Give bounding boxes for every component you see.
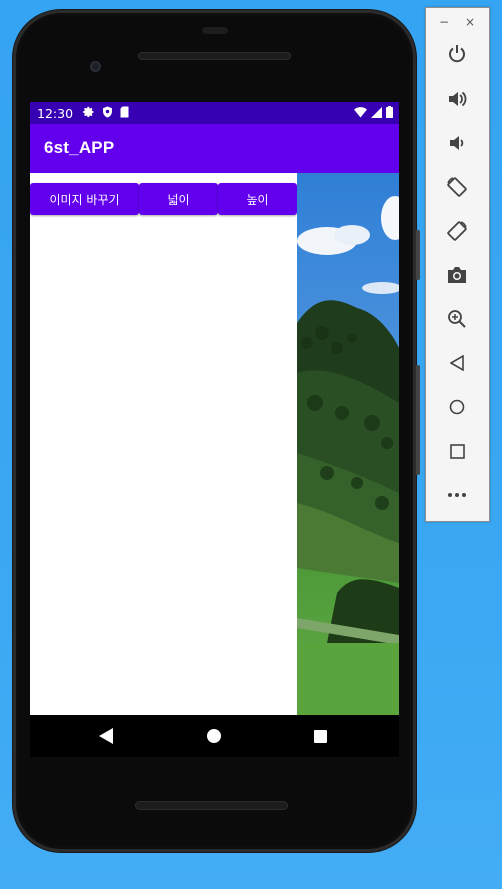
power-icon[interactable] [443, 40, 471, 68]
battery-icon [386, 106, 393, 121]
status-bar: 12:30 [30, 102, 399, 124]
signal-icon [371, 106, 382, 121]
app-title: 6st_APP [44, 138, 115, 157]
height-button[interactable]: 높이 [218, 183, 297, 215]
recents-icon[interactable] [300, 715, 340, 757]
change-image-button[interactable]: 이미지 바꾸기 [30, 183, 139, 215]
wifi-icon [354, 106, 367, 121]
overview-icon[interactable] [443, 437, 471, 465]
volume-key [416, 365, 420, 475]
status-time: 12:30 [37, 105, 74, 121]
rotate-right-icon[interactable] [443, 217, 471, 245]
earpiece-speaker [138, 52, 291, 60]
emulator-toolbar: − × [425, 7, 490, 522]
device-screen: 12:30 6st_APP 이미지 바꾸기 넓이 높이 [30, 102, 399, 757]
front-camera [90, 61, 101, 72]
minimize-button[interactable]: − [439, 15, 449, 29]
zoom-icon[interactable] [443, 305, 471, 333]
width-button[interactable]: 넓이 [139, 183, 218, 215]
bottom-speaker [135, 801, 288, 810]
landscape-image [297, 173, 399, 715]
volume-up-icon[interactable] [443, 85, 471, 113]
home-icon[interactable] [194, 715, 234, 757]
back-icon[interactable] [443, 349, 471, 377]
more-icon[interactable] [443, 481, 471, 509]
power-key [416, 230, 420, 280]
sd-card-icon [120, 106, 129, 121]
home-icon[interactable] [443, 393, 471, 421]
window-controls: − × [426, 15, 489, 29]
close-button[interactable]: × [465, 15, 475, 29]
rotate-left-icon[interactable] [443, 173, 471, 201]
shield-icon [102, 106, 113, 121]
volume-down-icon[interactable] [443, 129, 471, 157]
camera-icon[interactable] [443, 261, 471, 289]
navigation-bar [30, 715, 399, 757]
app-bar: 6st_APP [30, 124, 399, 173]
app-content: 이미지 바꾸기 넓이 높이 [30, 173, 399, 715]
proximity-sensor [202, 27, 228, 34]
back-icon[interactable] [86, 715, 126, 757]
gear-icon [83, 106, 95, 121]
